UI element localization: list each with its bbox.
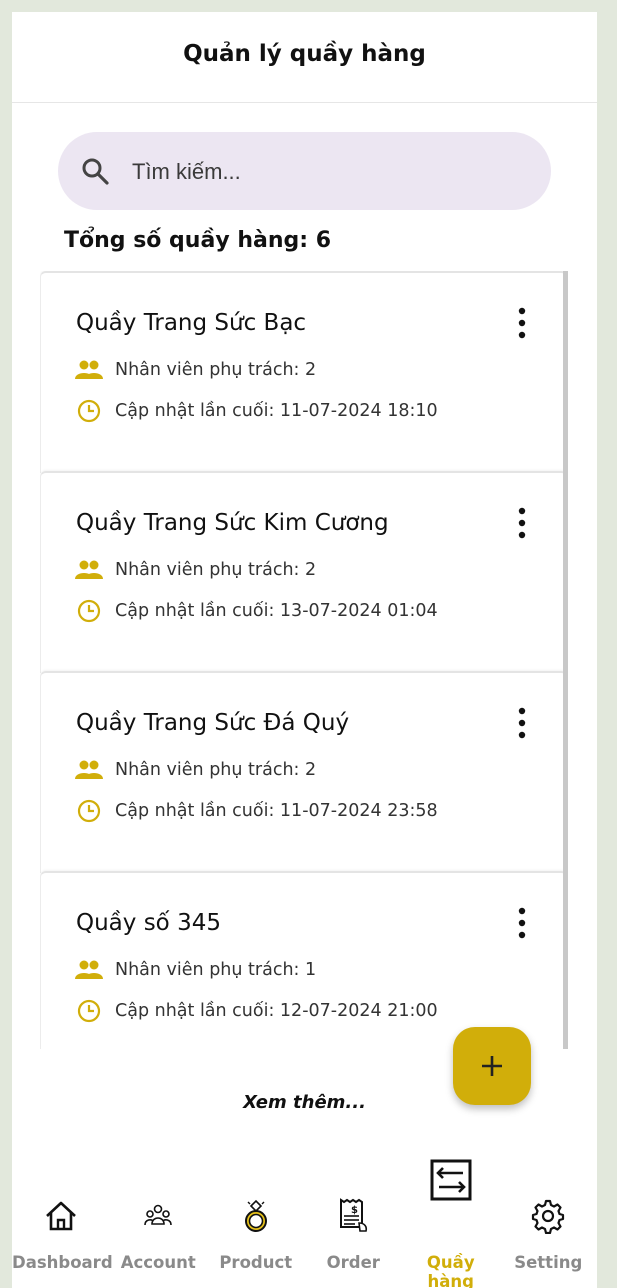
staff-count: Nhân viên phụ trách: 2 [115,760,317,780]
list-scrollbar[interactable] [563,271,568,1049]
clock-icon [75,599,103,623]
nav-label: Account [120,1253,196,1272]
more-options-icon[interactable] [512,706,532,740]
updated-row: Cập nhật lần cuối: 11-07-2024 18:10 [75,399,438,423]
users-icon [144,1204,173,1226]
clock-icon [75,399,103,423]
updated-row: Cập nhật lần cuối: 11-07-2024 23:58 [75,799,438,823]
counter-name: Quầy Trang Sức Kim Cương [76,510,389,536]
nav-item-dashboard[interactable]: Dashboard [12,1152,113,1288]
updated-row: Cập nhật lần cuối: 13-07-2024 01:04 [75,599,438,623]
nav-label: Order [326,1253,380,1272]
app-screen: Quản lý quầy hàng Tổng số quầy hàng: 6 Q… [12,12,597,1288]
last-updated: Cập nhật lần cuối: 13-07-2024 01:04 [115,601,438,621]
nav-item-account[interactable]: Account [110,1152,208,1288]
clock-icon [75,799,103,823]
staff-row: Nhân viên phụ trách: 2 [75,558,316,582]
updated-row: Cập nhật lần cuối: 12-07-2024 21:00 [75,999,438,1023]
total-counters: Tổng số quầy hàng: 6 [64,228,331,253]
counter-card[interactable]: Quầy Trang Sức Bạc Nhân viên phụ trách: … [40,271,567,473]
staff-icon [75,358,103,382]
staff-icon [75,558,103,582]
receipt-icon: $ [340,1198,368,1232]
counter-card[interactable]: Quầy Trang Sức Kim Cương Nhân viên phụ t… [40,471,567,673]
clock-icon [75,999,103,1023]
last-updated: Cập nhật lần cuối: 11-07-2024 23:58 [115,801,438,821]
staff-icon [75,958,103,982]
counter-card[interactable]: Quầy số 345 Nhân viên phụ trách: 1 Cập n… [40,871,567,1049]
staff-count: Nhân viên phụ trách: 2 [115,560,317,580]
add-counter-button[interactable] [453,1027,531,1105]
app-header: Quản lý quầy hàng [12,12,597,103]
more-options-icon[interactable] [512,306,532,340]
bottom-nav: Dashboard Account Product $ Order Quầy h… [12,1152,597,1288]
nav-item-order[interactable]: $ Order [305,1152,403,1288]
more-options-icon[interactable] [512,906,532,940]
plus-icon [482,1056,502,1076]
nav-item-product[interactable]: Product [207,1152,305,1288]
search-input[interactable] [130,151,524,193]
staff-count: Nhân viên phụ trách: 1 [115,960,317,980]
ring-icon [244,1199,267,1232]
counter-name: Quầy Trang Sức Bạc [76,310,307,336]
last-updated: Cập nhật lần cuối: 12-07-2024 21:00 [115,1001,438,1021]
search-bar[interactable] [58,132,551,210]
nav-label: Dashboard [12,1253,113,1272]
counter-name: Quầy số 345 [76,910,221,936]
staff-count: Nhân viên phụ trách: 2 [115,360,317,380]
nav-label: Quầy hàng [426,1253,475,1288]
nav-item-counters[interactable]: Quầy hàng [402,1152,500,1288]
gear-icon [532,1199,565,1234]
last-updated: Cập nhật lần cuối: 11-07-2024 18:10 [115,401,438,421]
page-title: Quản lý quầy hàng [183,41,426,67]
staff-row: Nhân viên phụ trách: 2 [75,358,316,382]
nav-label: Product [219,1253,293,1272]
home-icon [45,1201,76,1231]
transfer-icon [430,1159,472,1201]
staff-icon [75,758,103,782]
nav-item-setting[interactable]: Setting [500,1152,598,1288]
staff-row: Nhân viên phụ trách: 1 [75,958,316,982]
counter-name: Quầy Trang Sức Đá Quý [76,710,350,736]
staff-row: Nhân viên phụ trách: 2 [75,758,316,782]
counter-list: Quầy Trang Sức Bạc Nhân viên phụ trách: … [40,271,567,1049]
svg-text:$: $ [351,1205,358,1216]
counter-card[interactable]: Quầy Trang Sức Đá Quý Nhân viên phụ trác… [40,671,567,873]
search-icon[interactable] [80,156,110,186]
more-options-icon[interactable] [512,506,532,540]
nav-label: Setting [514,1253,583,1272]
